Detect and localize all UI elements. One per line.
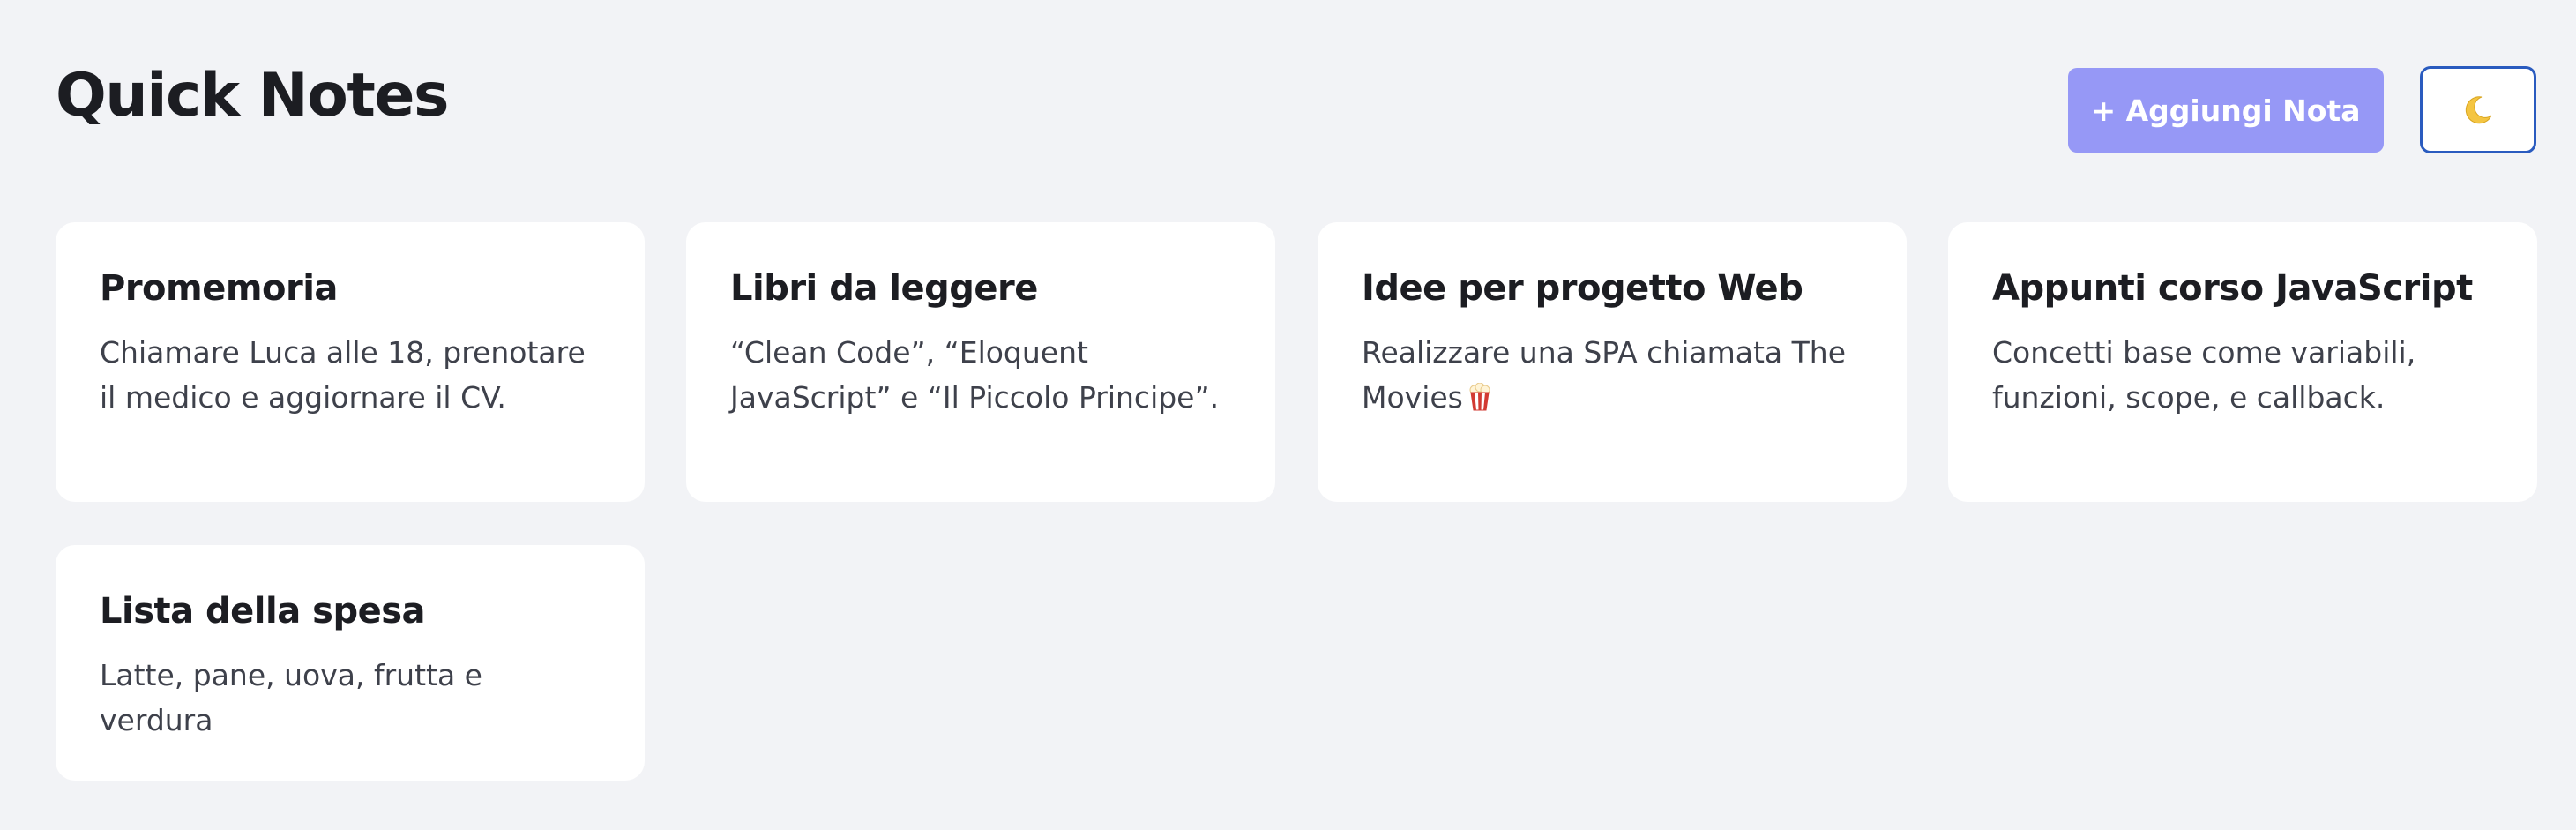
- note-card[interactable]: Libri da leggere “Clean Code”, “Eloquent…: [686, 222, 1275, 502]
- note-body: Concetti base come variabili, funzioni, …: [1992, 335, 2416, 415]
- note-title: Libri da leggere: [730, 268, 1038, 309]
- moon-icon: [2465, 95, 2492, 123]
- popcorn-icon: [1469, 383, 1490, 411]
- note-title: Lista della spesa: [100, 591, 426, 632]
- note-body: Chiamare Luca alle 18, prenotare il medi…: [100, 335, 586, 415]
- note-title: Promemoria: [100, 268, 338, 309]
- note-card[interactable]: Appunti corso JavaScript Concetti base c…: [1948, 222, 2537, 502]
- note-title: Appunti corso JavaScript: [1992, 268, 2473, 309]
- note-body: “Clean Code”, “Eloquent JavaScript” e “I…: [730, 335, 1220, 415]
- note-card[interactable]: Lista della spesa Latte, pane, uova, fru…: [56, 545, 645, 781]
- note-title: Idee per progetto Web: [1362, 268, 1803, 309]
- note-body-container: Realizzare una SPA chiamata The Movies: [1362, 330, 1863, 420]
- add-note-button[interactable]: + Aggiungi Nota: [2068, 68, 2384, 153]
- note-card[interactable]: Promemoria Chiamare Luca alle 18, prenot…: [56, 222, 645, 502]
- note-card[interactable]: Idee per progetto Web Realizzare una SPA…: [1318, 222, 1907, 502]
- note-body: Latte, pane, uova, frutta e verdura: [100, 658, 482, 737]
- page-title: Quick Notes: [56, 61, 449, 131]
- note-body: Realizzare una SPA chiamata The Movies: [1362, 335, 1846, 415]
- theme-toggle-button[interactable]: [2420, 66, 2536, 153]
